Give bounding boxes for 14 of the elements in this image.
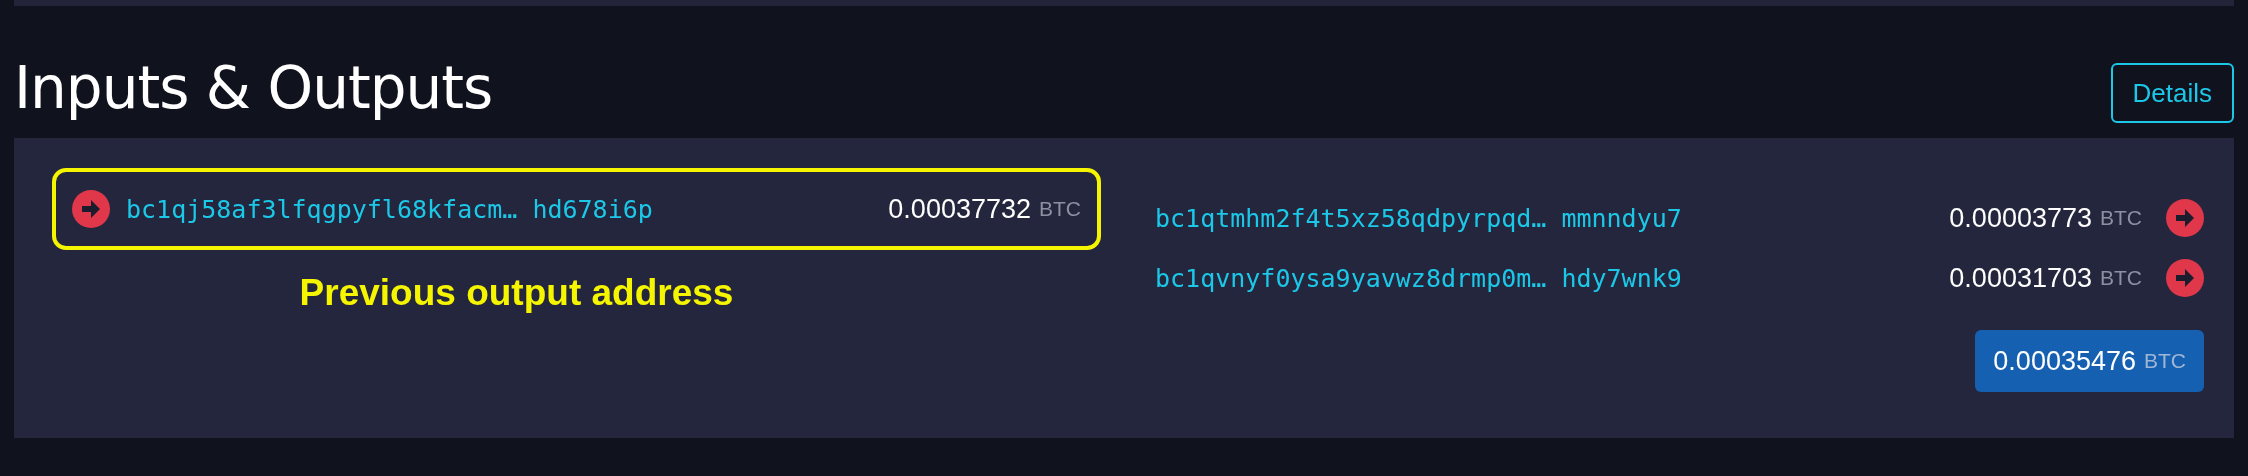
total-amount: 0.00035476 bbox=[1993, 345, 2136, 377]
address-link[interactable]: bc1qvnyf0ysa9yavwz8drmp0m… hdy7wnk9 bbox=[1155, 263, 1682, 293]
unit-label: BTC bbox=[1039, 197, 1081, 221]
unit-label: BTC bbox=[2100, 206, 2142, 230]
amount-value: 0.00031703 bbox=[1949, 262, 2092, 294]
amount-value: 0.00003773 bbox=[1949, 202, 2092, 234]
amount-value: 0.00037732 bbox=[888, 193, 1031, 225]
details-button[interactable]: Details bbox=[2110, 63, 2234, 123]
address-link[interactable]: bc1qj58af3lfqgpyfl68kfacm… hd678i6p bbox=[126, 194, 653, 224]
unit-label: BTC bbox=[2144, 349, 2186, 373]
address-link[interactable]: bc1qtmhm2f4t5xz58qdpyrpqd… mmnndyu7 bbox=[1155, 203, 1682, 233]
unit-label: BTC bbox=[2100, 266, 2142, 290]
annotation-label: Previous output address bbox=[299, 272, 734, 313]
section-title: Inputs & Outputs bbox=[14, 54, 493, 122]
